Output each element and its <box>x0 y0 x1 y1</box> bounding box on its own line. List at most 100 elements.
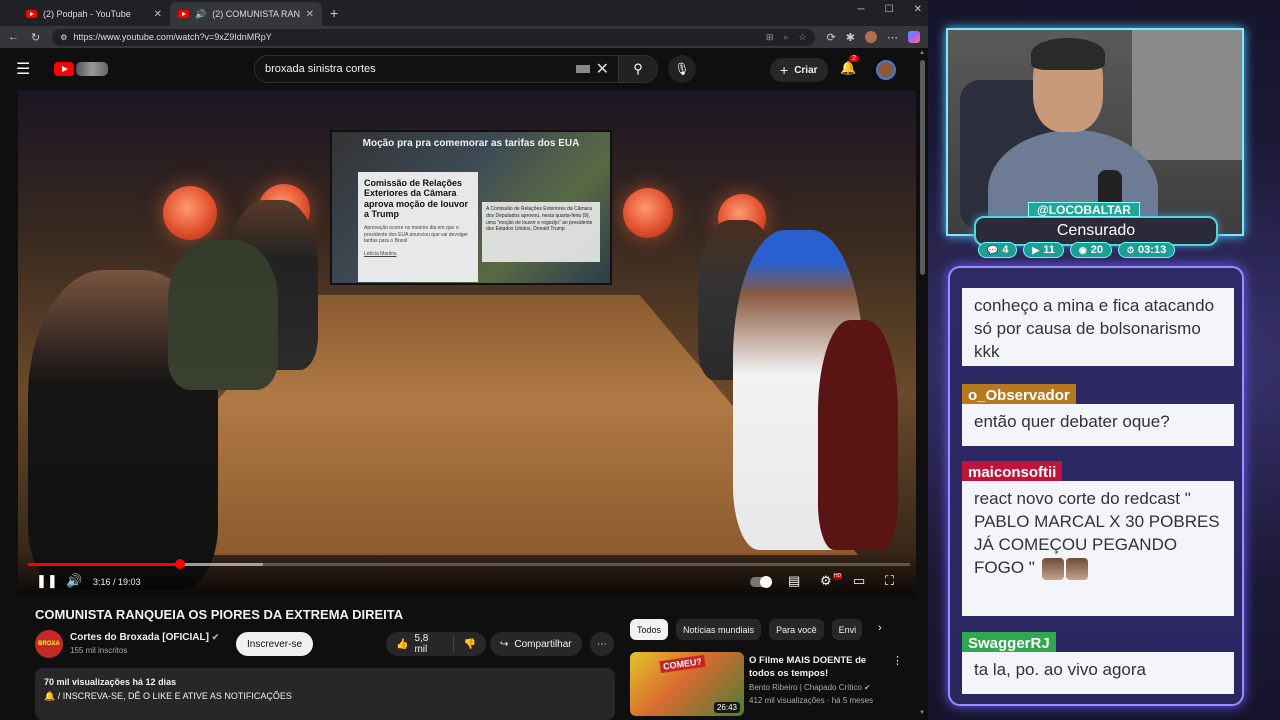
site-info-icon[interactable]: ⚙ <box>60 33 67 42</box>
settings-gear-icon[interactable]: ⚙ <box>820 573 832 589</box>
logo-doodle <box>76 62 108 76</box>
recommendation-menu-icon[interactable]: ⋮ <box>892 654 903 667</box>
dislike-button[interactable]: 👎 <box>454 639 486 650</box>
create-button[interactable]: + Criar <box>770 58 828 82</box>
profile-avatar[interactable] <box>865 31 877 43</box>
search-button[interactable]: ⚲ <box>618 55 658 83</box>
tab-close-icon[interactable]: ✕ <box>154 9 162 20</box>
bell-icon: 🔔 <box>840 60 857 75</box>
puzzle-icon[interactable]: ✱ <box>846 31 855 44</box>
plus-icon: + <box>780 62 789 78</box>
description-line: 🔔 / INSCREVA-SE, DÊ O LIKE E ATIVE AS NO… <box>44 691 292 701</box>
subscriber-count: 155 mil inscritos <box>70 646 128 655</box>
notification-badge: 2 <box>849 55 859 62</box>
time-total: 19:03 <box>118 577 141 587</box>
share-button[interactable]: ↪ Compartilhar <box>490 632 582 656</box>
youtube-favicon-icon <box>178 10 189 18</box>
subscribe-button[interactable]: Inscrever-se <box>236 632 314 656</box>
scrubber-knob[interactable] <box>174 559 185 569</box>
create-label: Criar <box>794 64 818 76</box>
youtube-header: ☰ broxada sinistra cortes ✕ ⚲ 🎙 + Criar … <box>0 48 928 90</box>
hamburger-menu-icon[interactable]: ☰ <box>16 59 38 79</box>
minimize-button[interactable]: ─ <box>858 4 865 15</box>
recommendation-meta: 412 mil visualizações · há 5 meses <box>749 696 874 705</box>
like-button[interactable]: 👍 5,8 mil <box>386 633 454 655</box>
chat-message: ta la, po. ao vivo agora <box>962 652 1234 694</box>
progress-bar[interactable] <box>28 559 910 569</box>
time-current: 3:16 <box>93 577 111 587</box>
microphone-icon: 🎙 <box>674 62 690 76</box>
maximize-button[interactable]: ☐ <box>885 4 894 15</box>
stat-value: 11 <box>1043 244 1055 256</box>
recommendation-title[interactable]: O Filme MAIS DOENTE de todos os tempos! <box>749 654 889 680</box>
channel-name-row[interactable]: Cortes do Broxada [OFICIAL] ✔ <box>70 632 219 643</box>
scroll-up-arrow-icon[interactable]: ▲ <box>919 50 925 56</box>
clear-search-icon[interactable]: ✕ <box>596 59 609 79</box>
copilot-icon[interactable] <box>908 31 920 43</box>
scroll-down-arrow-icon[interactable]: ▼ <box>919 710 925 716</box>
twitch-icon: ◉ <box>1078 244 1087 255</box>
stat-value: 20 <box>1090 244 1104 256</box>
more-actions-button[interactable]: ⋯ <box>590 632 614 656</box>
search-input[interactable]: broxada sinistra cortes ✕ <box>254 55 620 83</box>
chat-message: conheço a mina e fica atacando só por ca… <box>962 288 1234 366</box>
subtitles-icon[interactable]: ▤ <box>788 573 800 589</box>
keyboard-icon[interactable] <box>575 65 590 73</box>
recommendation-thumbnail[interactable]: COMEU? 26:43 <box>630 652 744 716</box>
page-scrollbar[interactable]: ▲ ▼ <box>918 50 926 720</box>
youtube-icon: ▶ <box>1032 244 1040 255</box>
chip-enviados[interactable]: Envi <box>831 619 862 640</box>
hd-badge: HD <box>833 573 843 579</box>
lantern-decoration <box>623 188 673 238</box>
stat-youtube: ▶ 11 <box>1023 242 1064 258</box>
install-icon[interactable]: ⊞ <box>766 32 774 43</box>
tab-close-icon[interactable]: ✕ <box>306 9 314 20</box>
description-box[interactable]: 70 mil visualizações há 12 dias 🔔 / INSC… <box>35 668 615 720</box>
like-count: 5,8 mil <box>414 633 429 655</box>
new-tab-button[interactable]: + <box>330 2 338 26</box>
chip-todos[interactable]: Todos <box>630 619 669 640</box>
fullscreen-icon[interactable]: ⛶ <box>885 573 894 589</box>
chip-noticias[interactable]: Notícias mundiais <box>676 619 762 640</box>
view-stats: 70 mil visualizações há 12 dias <box>44 677 177 687</box>
back-icon[interactable]: ← <box>8 31 19 43</box>
recommendation-channel[interactable]: Bento Ribeiro | Chapado Crítico ✔ <box>749 683 871 692</box>
browser-window: (2) Podpah - YouTube ✕ 🔊 (2) COMUNISTA R… <box>0 0 928 720</box>
background-shelf <box>1132 30 1242 160</box>
autoplay-toggle[interactable] <box>750 576 772 588</box>
verified-icon: ✔ <box>211 632 220 642</box>
chips-next-chevron-icon[interactable]: › <box>878 622 882 634</box>
video-player[interactable]: Moção pra pra comemorar as tarifas dos E… <box>18 90 916 596</box>
window-controls: ─ ☐ ✕ <box>858 4 922 15</box>
recommendation-channel-name: Bento Ribeiro | Chapado Crítico <box>749 683 862 692</box>
news-excerpt: A Comissão de Relações Exteriores da Câm… <box>482 202 600 262</box>
tab-podpah[interactable]: (2) Podpah - YouTube ✕ <box>18 2 170 26</box>
url-actions: ⊞ ⌕ ☆ <box>766 32 807 43</box>
chip-para-voce[interactable]: Para você <box>769 619 824 640</box>
filter-chips: Todos Notícias mundiais Para você Envi <box>630 619 862 640</box>
tab-comunista[interactable]: 🔊 (2) COMUNISTA RANQUEIA ✕ <box>170 2 322 26</box>
account-avatar[interactable] <box>876 60 896 80</box>
bookmark-star-icon[interactable]: ☆ <box>798 32 806 43</box>
reload-icon[interactable]: ↻ <box>31 31 40 44</box>
zoom-icon[interactable]: ⌕ <box>783 32 788 43</box>
speaker-icon[interactable]: 🔊 <box>195 9 206 20</box>
url-field[interactable]: ⚙ https://www.youtube.com/watch?v=9xZ9Id… <box>52 28 815 46</box>
refresh-extension-icon[interactable]: ⟳ <box>827 31 836 44</box>
scrollbar-thumb[interactable] <box>920 60 925 275</box>
streamer-handle: @LOCOBALTAR <box>1028 202 1140 217</box>
close-window-button[interactable]: ✕ <box>914 4 922 15</box>
youtube-play-icon <box>54 62 74 76</box>
address-bar: ← ↻ ⚙ https://www.youtube.com/watch?v=9x… <box>0 26 928 48</box>
theater-mode-icon[interactable]: ▭ <box>853 573 865 589</box>
pause-button[interactable]: ❚❚ <box>36 573 58 589</box>
notifications-button[interactable]: 🔔 2 <box>840 55 859 76</box>
browser-menu-icon[interactable]: ⋯ <box>887 31 898 44</box>
voice-search-button[interactable]: 🎙 <box>668 55 696 83</box>
chat-message: então quer debater oque? <box>962 404 1234 446</box>
screen-title: Moção pra pra comemorar as tarifas dos E… <box>362 138 580 149</box>
channel-avatar[interactable]: BROXA <box>35 630 63 658</box>
volume-icon[interactable]: 🔊 <box>66 573 82 589</box>
youtube-logo[interactable] <box>54 62 108 76</box>
thumbs-down-icon: 👎 <box>463 638 476 650</box>
